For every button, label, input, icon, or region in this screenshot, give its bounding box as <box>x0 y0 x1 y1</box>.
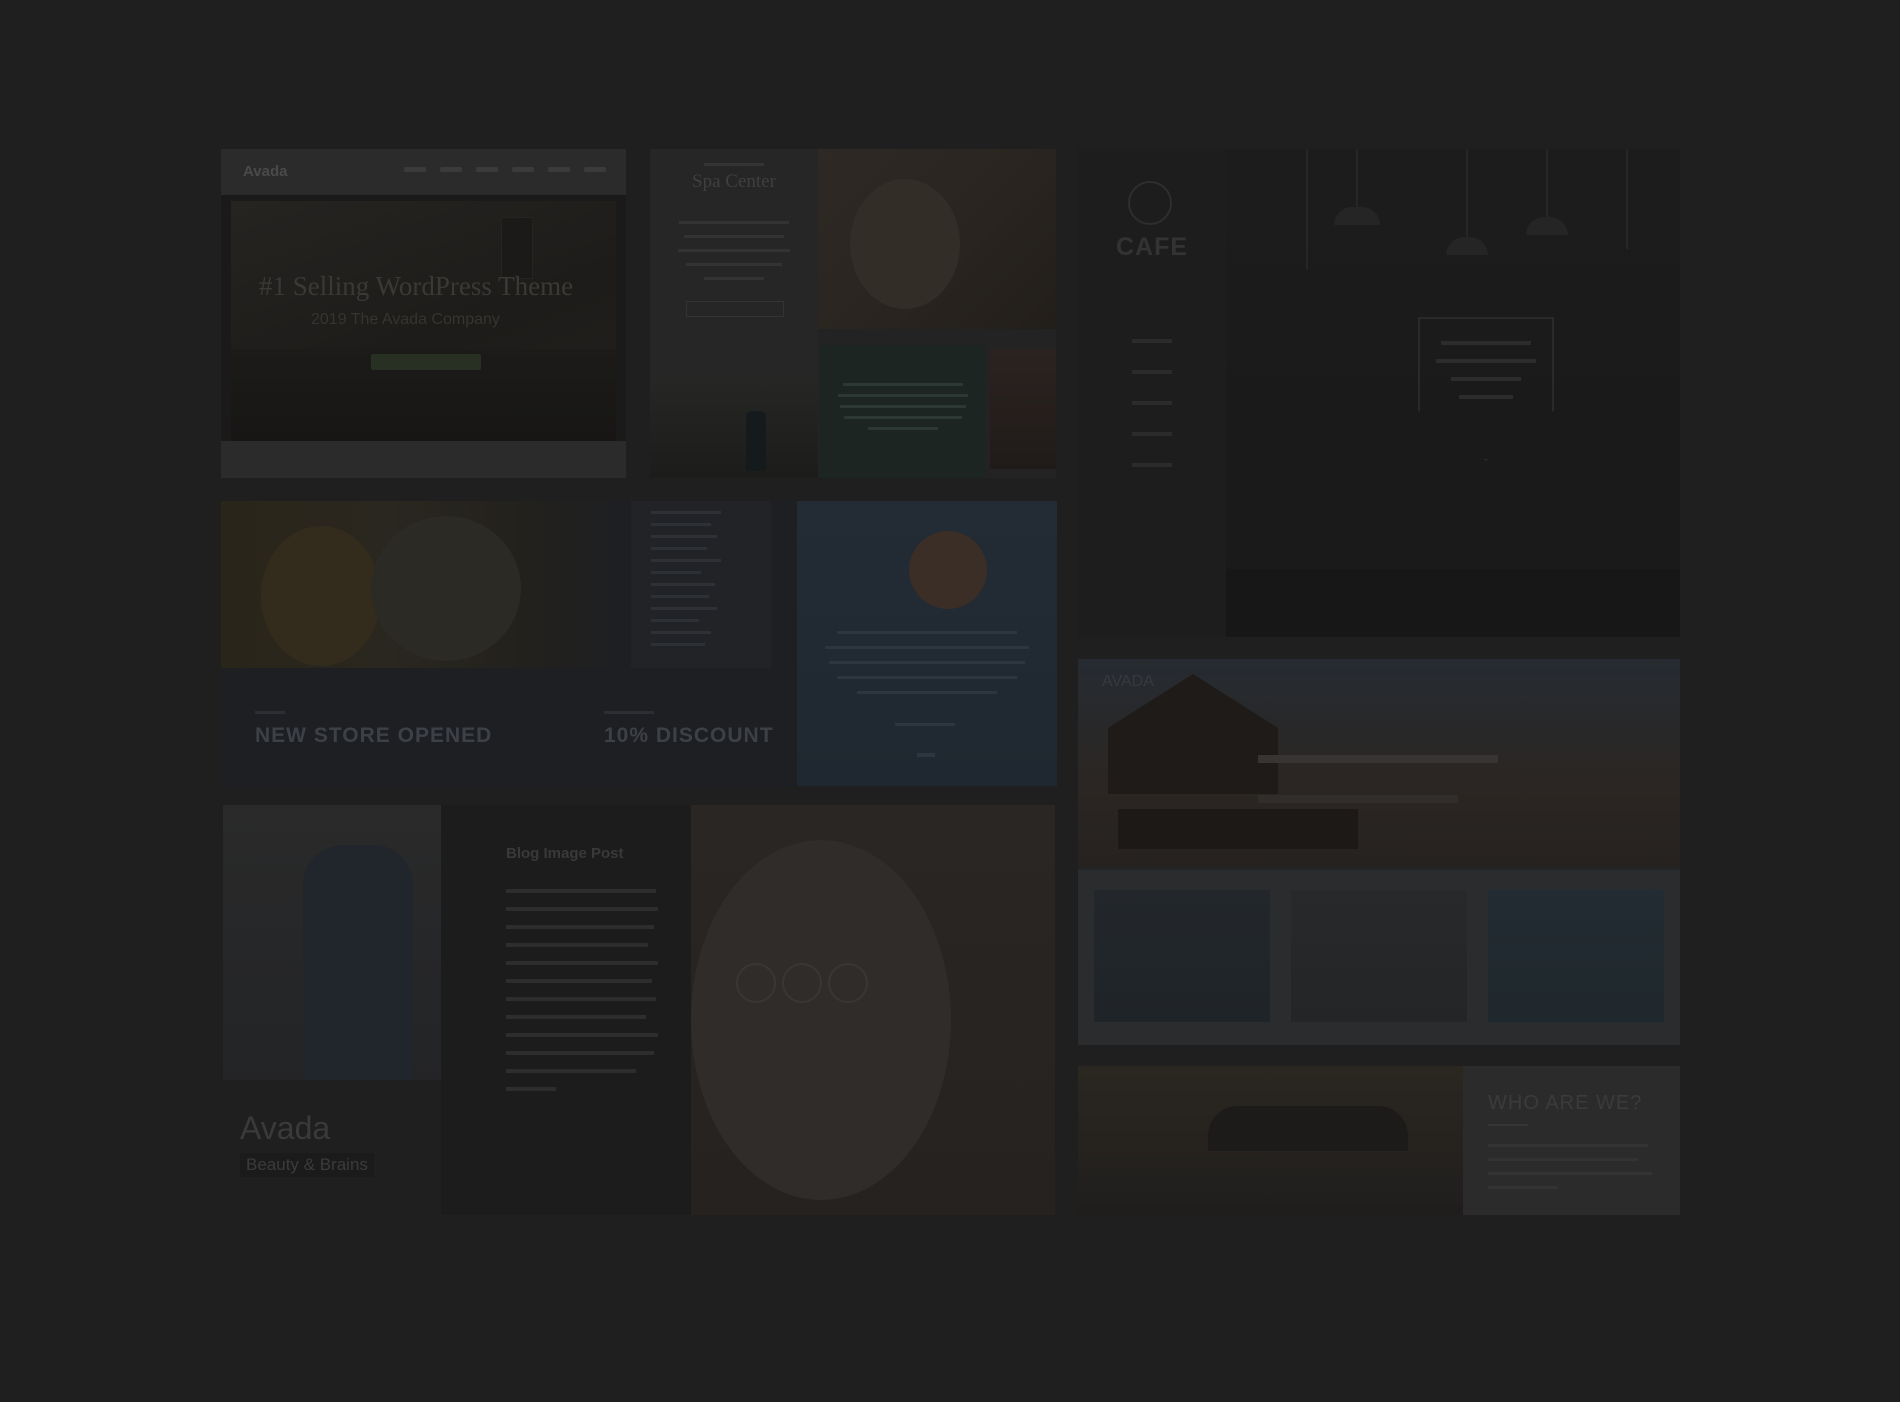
lamp-shape <box>501 217 533 279</box>
fruit-shape <box>371 516 521 661</box>
demo-footer-bar <box>221 441 626 478</box>
fruit-shape <box>261 526 381 666</box>
pier-shape <box>1118 809 1358 849</box>
hero-cta-button <box>371 354 481 370</box>
cafe-logo-icon <box>1128 181 1172 225</box>
resort-headline-bar <box>1258 795 1458 803</box>
demo-tile-cafe[interactable]: CAFE <box>1078 149 1680 637</box>
resort-logo: AVADA <box>1102 673 1154 690</box>
store-menu-card <box>631 501 771 668</box>
spa-button <box>686 301 784 317</box>
avatar <box>909 531 987 609</box>
blog-caption-area <box>223 1080 441 1215</box>
gallery-thumbnail[interactable] <box>1291 890 1467 1022</box>
about-text-line <box>1488 1158 1638 1161</box>
testimonial-panel <box>797 501 1057 786</box>
card-kicker <box>255 711 285 714</box>
blog-post-excerpt <box>506 889 661 1105</box>
theme-demos-grid: Avada #1 Selling WordPress Theme 2019 Th… <box>0 0 1900 1402</box>
demo-nav-links <box>404 167 606 172</box>
demo-tile-about[interactable]: WHO ARE WE? <box>1078 1066 1680 1215</box>
cafe-menu <box>1078 339 1226 494</box>
demo-tile-spa[interactable]: Spa Center <box>650 149 1056 478</box>
about-divider <box>1488 1124 1528 1126</box>
spa-title: Spa Center <box>692 171 776 192</box>
demo-tile-business[interactable]: Avada #1 Selling WordPress Theme 2019 Th… <box>221 149 626 478</box>
cafe-logo: CAFE <box>1115 233 1189 261</box>
about-heading: WHO ARE WE? <box>1488 1092 1643 1114</box>
hero-headline: #1 Selling WordPress Theme <box>259 271 574 301</box>
trees-shape <box>1208 1106 1408 1151</box>
spa-bottle-image <box>746 411 766 471</box>
resort-gallery <box>1078 870 1680 1045</box>
spa-kicker-line <box>704 163 764 166</box>
blog-plate-image <box>691 805 1055 1215</box>
gallery-thumbnail[interactable] <box>1094 890 1270 1022</box>
about-text-line <box>1488 1172 1652 1175</box>
demo-logo: Avada <box>243 163 288 180</box>
spa-quote-panel <box>820 345 985 478</box>
about-panel <box>1463 1066 1680 1215</box>
about-text-line <box>1488 1186 1558 1189</box>
resort-headline-bar <box>1258 755 1498 763</box>
spa-shell-shape <box>850 179 960 309</box>
card-title-new-store: NEW STORE OPENED <box>255 724 493 747</box>
gallery-thumbnail[interactable] <box>1488 890 1664 1022</box>
card-title-discount: 10% DISCOUNT <box>604 724 774 747</box>
blog-tagline: Beauty & Brains <box>240 1153 374 1177</box>
hero-subheadline: 2019 The Avada Company <box>311 311 500 328</box>
card-kicker <box>604 711 654 714</box>
spa-intro-text <box>676 221 792 291</box>
cafe-table-image <box>1226 569 1680 637</box>
demo-tile-resort[interactable]: AVADA <box>1078 659 1680 1045</box>
plate-shape <box>691 840 951 1200</box>
spa-stones-image <box>650 379 818 478</box>
plate-rings <box>736 963 868 1003</box>
blog-post-title: Blog Image Post <box>506 845 624 862</box>
spa-bowl-image <box>990 349 1056 469</box>
about-text-line <box>1488 1144 1648 1147</box>
demo-tile-store[interactable]: NEW STORE OPENED 10% DISCOUNT <box>221 501 1057 786</box>
blog-brand: Avada <box>240 1110 331 1146</box>
demo-tile-blog[interactable]: Avada Beauty & Brains Blog Image Post <box>223 805 1055 1215</box>
